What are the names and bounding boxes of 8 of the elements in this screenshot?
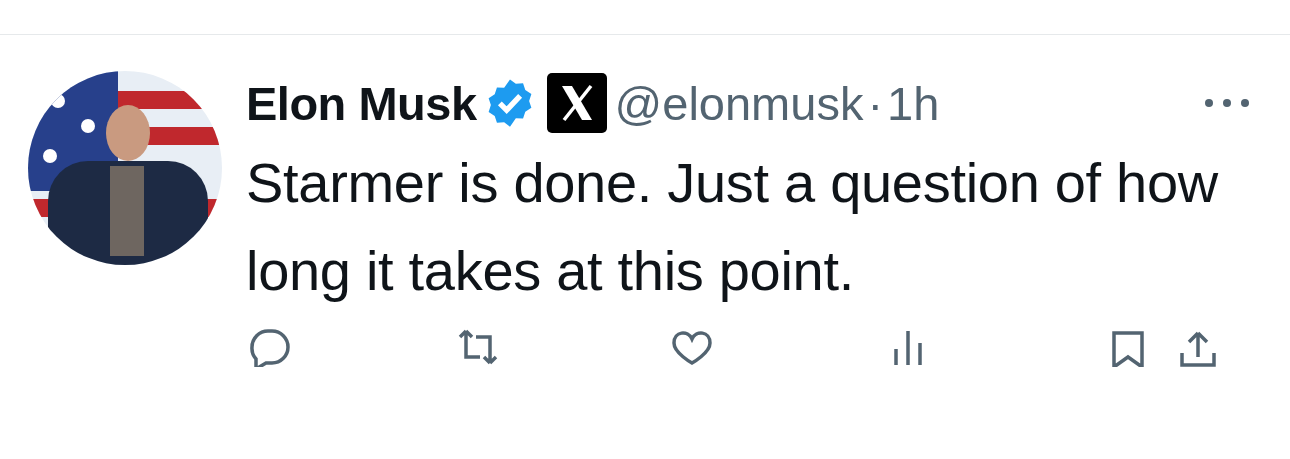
author-name[interactable]: Elon Musk <box>246 75 477 131</box>
more-options-icon[interactable] <box>1202 96 1252 110</box>
separator-dot: · <box>867 75 884 131</box>
author-handle[interactable]: @elonmusk <box>614 75 864 131</box>
reply-icon[interactable] <box>248 327 292 367</box>
tweet-text: Starmer is done. Just a question of how long it takes at this point. <box>246 150 1220 304</box>
repost-icon[interactable] <box>456 327 500 367</box>
post-time[interactable]: 1h <box>887 75 940 131</box>
